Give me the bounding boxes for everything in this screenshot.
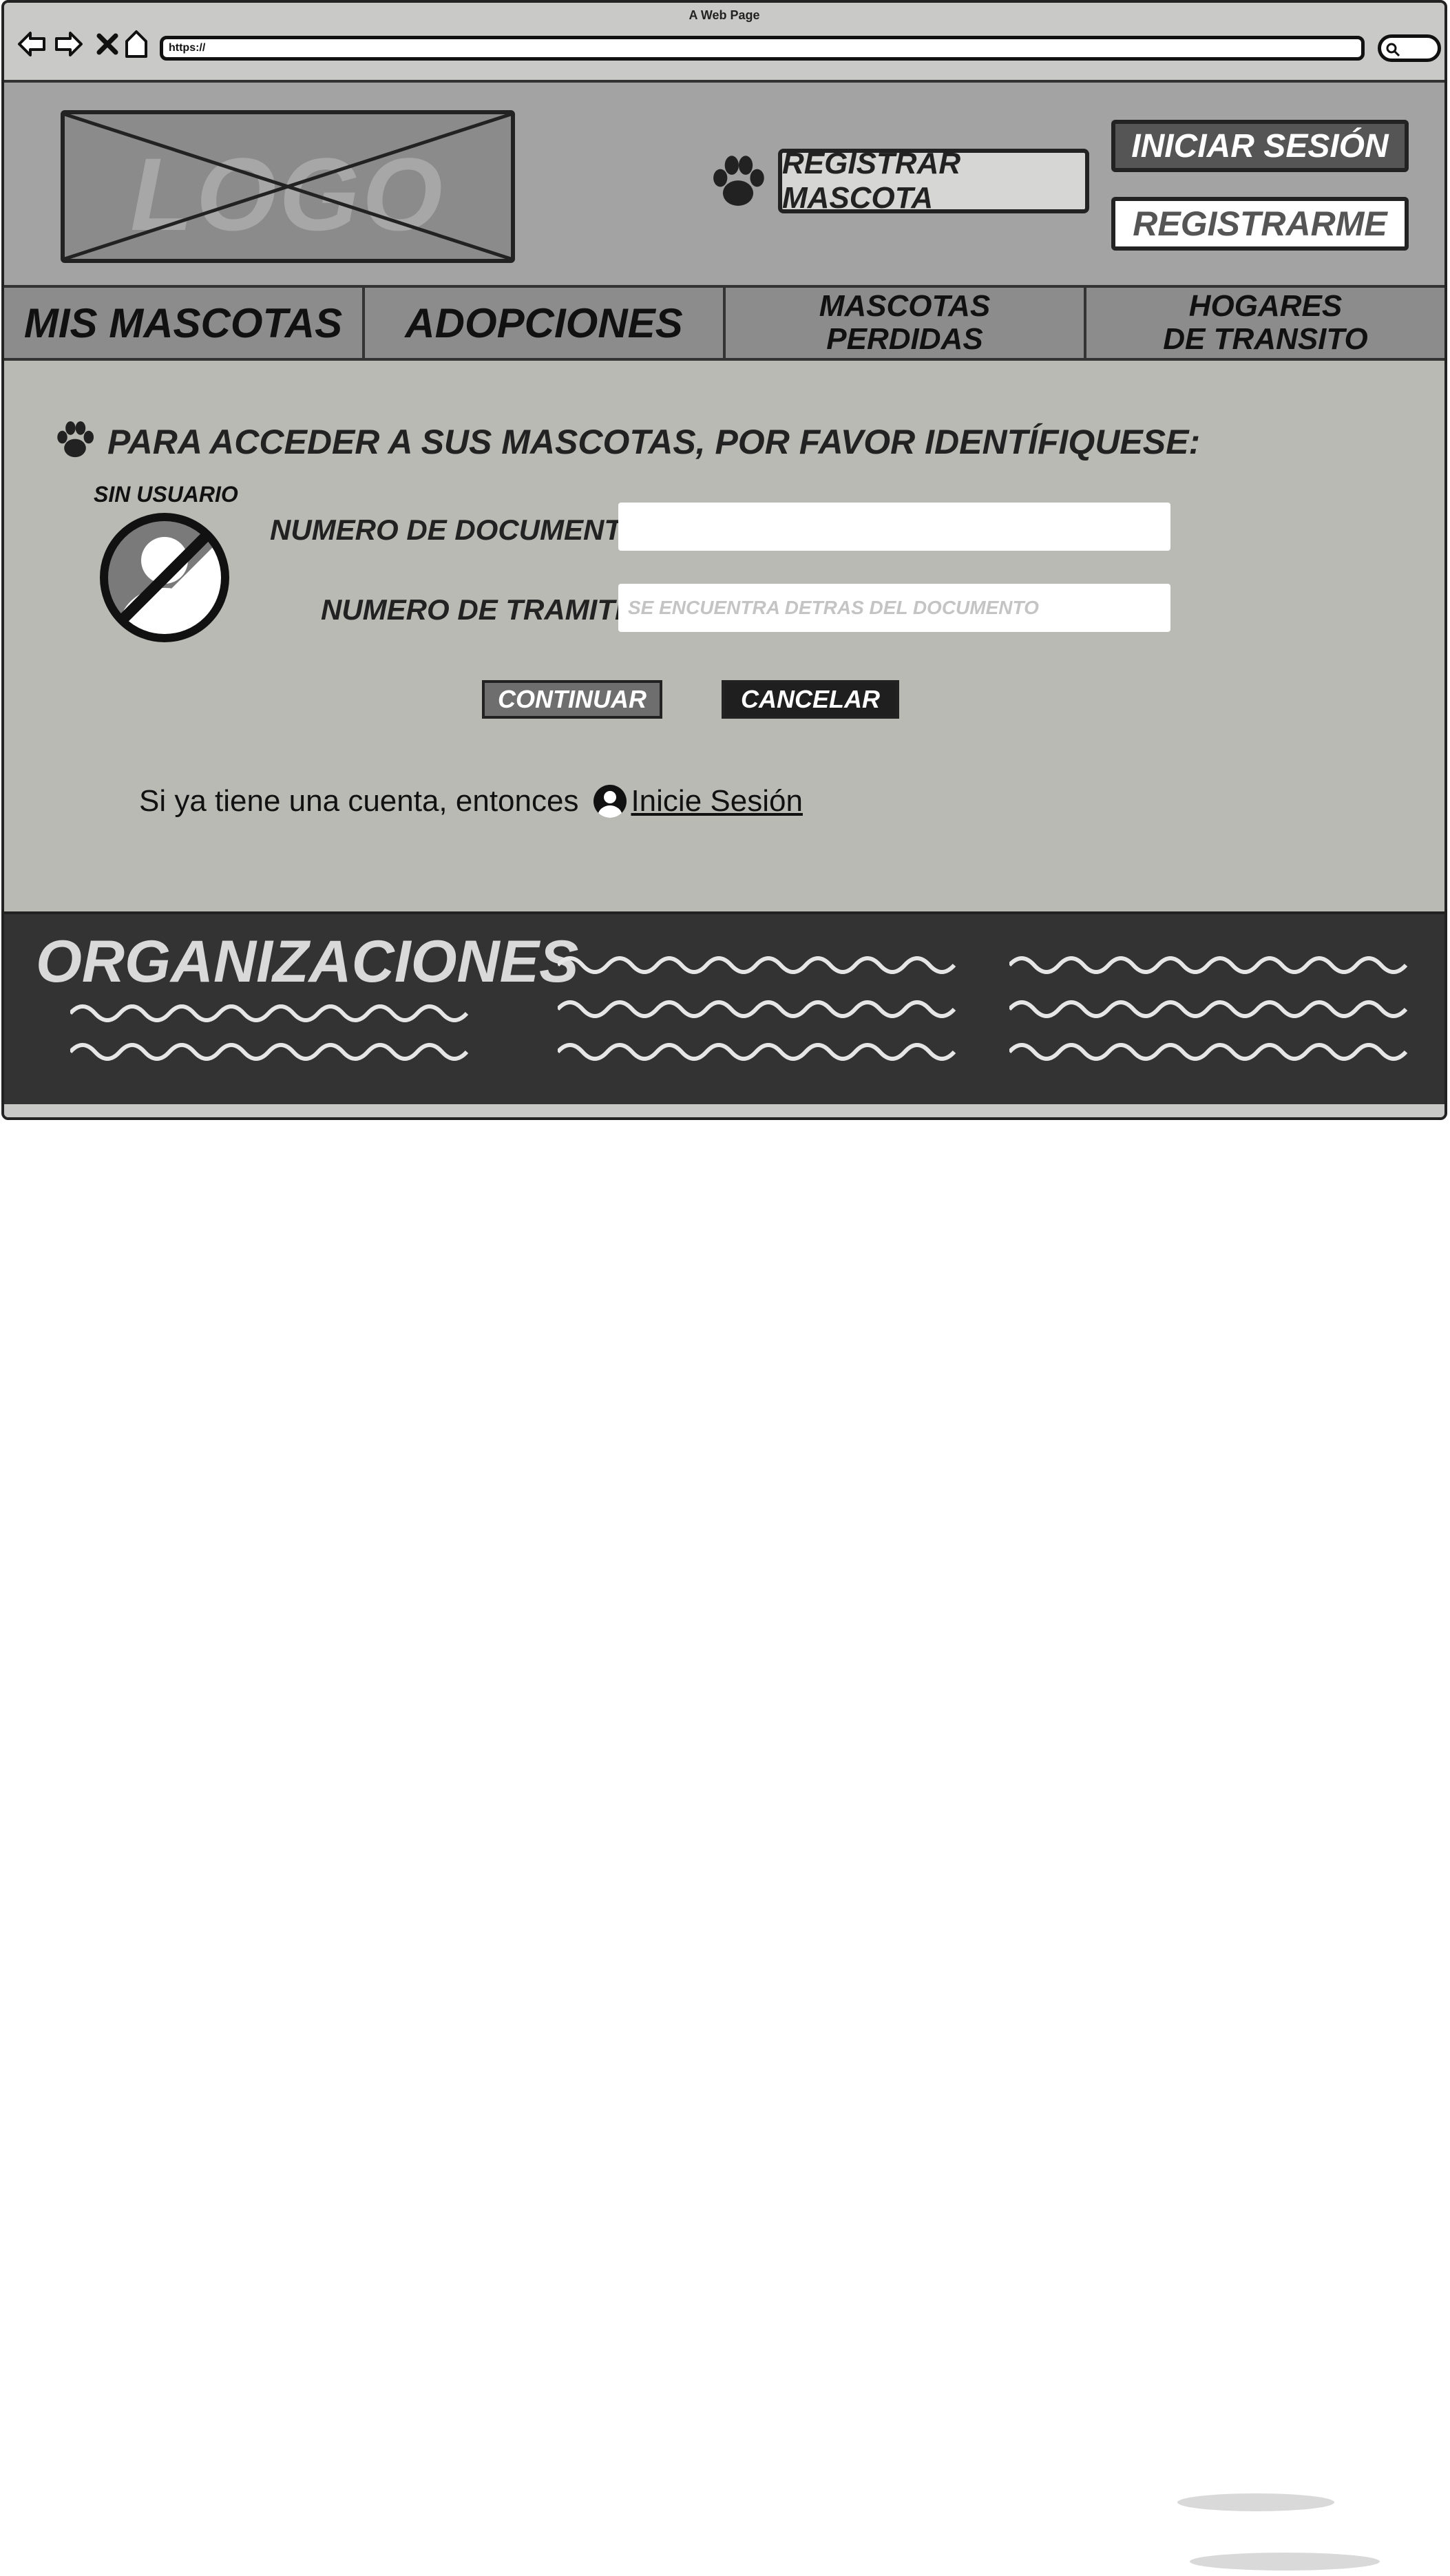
decorative-smear: [1190, 2553, 1380, 2570]
stop-icon[interactable]: [91, 28, 124, 61]
placeholder-text-lines: [70, 1004, 469, 1061]
no-user-label: SIN USUARIO: [94, 482, 238, 507]
register-pet-button[interactable]: REGISTRAR MASCOTA: [778, 147, 1089, 215]
home-icon[interactable]: [120, 28, 153, 61]
back-icon[interactable]: [15, 28, 48, 61]
main-nav: MIS MASCOTAS ADOPCIONES MASCOTAS PERDIDA…: [4, 285, 1444, 361]
organizations-footer: ORGANIZACIONES: [4, 911, 1444, 1101]
address-bar[interactable]: https://: [160, 36, 1365, 61]
tab-mis-mascotas[interactable]: MIS MASCOTAS: [4, 288, 365, 358]
footer-title: ORGANIZACIONES: [36, 929, 579, 995]
paw-icon: [52, 417, 98, 466]
search-icon: [1386, 43, 1400, 57]
continue-button[interactable]: CONTINUAR: [482, 680, 662, 719]
login-form-section: PARA ACCEDER A SUS MASCOTAS, POR FAVOR I…: [4, 361, 1444, 911]
tab-adopciones[interactable]: ADOPCIONES: [365, 288, 726, 358]
document-label: NUMERO DE DOCUMENTO:: [270, 514, 653, 546]
tab-mascotas-perdidas[interactable]: MASCOTAS PERDIDAS: [726, 288, 1086, 358]
forward-icon[interactable]: [52, 28, 85, 61]
logo-placeholder[interactable]: LOGO: [61, 110, 515, 263]
decorative-smear: [1177, 2493, 1334, 2511]
user-icon: [593, 785, 627, 818]
heading-row: PARA ACCEDER A SUS MASCOTAS, POR FAVOR I…: [52, 417, 1200, 466]
tab-hogares-de-transito[interactable]: HOGARES DE TRANSITO: [1086, 288, 1444, 358]
tramite-label: NUMERO DE TRAMITE:: [321, 593, 644, 626]
browser-search-box[interactable]: [1378, 34, 1441, 62]
login-link-label: Inicie Sesión: [631, 784, 803, 818]
account-prompt-text: Si ya tiene una cuenta, entonces: [139, 784, 579, 818]
browser-window: A Web Page https:// LOGO REGISTRAR MASCO…: [1, 0, 1447, 1120]
paw-icon: [706, 150, 770, 217]
page-heading: PARA ACCEDER A SUS MASCOTAS, POR FAVOR I…: [107, 422, 1201, 461]
site-header: LOGO REGISTRAR MASCOTA INICIAR SESIÓN RE…: [4, 83, 1444, 285]
cancel-button[interactable]: CANCELAR: [722, 680, 899, 719]
window-title: A Web Page: [689, 8, 760, 22]
signup-button[interactable]: REGISTRARME: [1111, 197, 1409, 251]
login-link[interactable]: Inicie Sesión: [591, 782, 803, 821]
browser-toolbar: A Web Page https://: [4, 3, 1444, 83]
no-user-icon: [98, 511, 231, 648]
document-number-input[interactable]: [618, 503, 1170, 551]
tramite-number-input[interactable]: [618, 584, 1170, 632]
account-prompt-row: Si ya tiene una cuenta, entonces Inicie …: [139, 782, 803, 821]
login-button[interactable]: INICIAR SESIÓN: [1111, 120, 1409, 172]
browser-status-bar: [4, 1101, 1444, 1117]
placeholder-text-lines: [1009, 956, 1408, 1061]
placeholder-text-lines: [558, 956, 956, 1061]
